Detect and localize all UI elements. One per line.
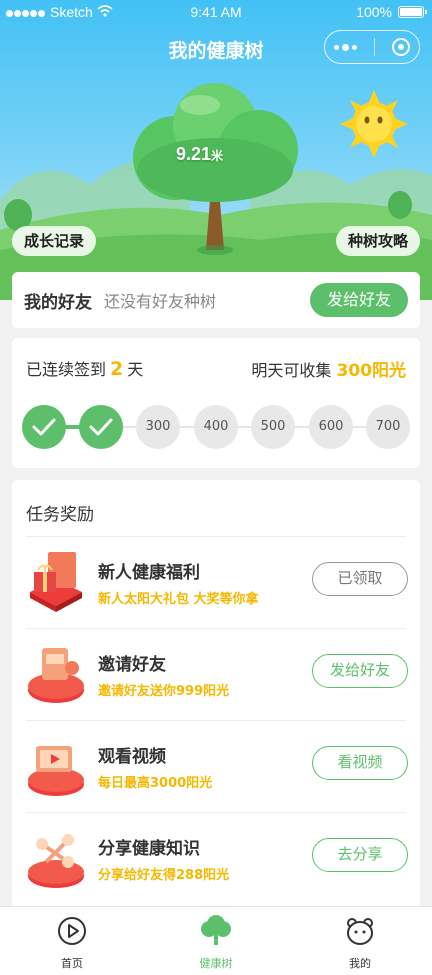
check-icon <box>89 418 113 436</box>
status-bar: Sketch 9:41 AM 100% <box>0 0 432 24</box>
task-subtitle: 每日最高3000阳光 <box>98 776 213 791</box>
growth-record-button[interactable]: 成长记录 <box>12 226 97 256</box>
tree-height: 9.21米 <box>176 144 223 165</box>
go-share-button[interactable]: 去分享 <box>312 838 408 872</box>
tab-label: 首页 <box>61 957 83 970</box>
sun-icon <box>340 90 408 158</box>
planting-guide-button[interactable]: 种树攻略 <box>335 226 420 256</box>
battery-icon <box>398 6 427 18</box>
tree-height-value: 9.21 <box>176 144 212 164</box>
signin-node-2 <box>79 405 123 449</box>
signin-node-3: 300 <box>136 405 180 449</box>
claimed-button[interactable]: 已领取 <box>312 562 408 596</box>
task-item: 新人健康福利 新人太阳大礼包 大奖等你拿 已领取 <box>12 536 420 628</box>
signin-days: 2 <box>110 358 124 380</box>
task-subtitle: 新人太阳大礼包 大奖等你拿 <box>98 592 259 607</box>
signin-node-1 <box>22 405 66 449</box>
task-subtitle: 分享给好友得288阳光 <box>98 868 230 883</box>
tab-home[interactable]: 首页 <box>32 915 112 971</box>
more-icon[interactable] <box>333 43 357 51</box>
task-title: 观看视频 <box>98 747 166 767</box>
divider <box>26 536 406 537</box>
tasks-header: 任务奖励 <box>26 505 94 525</box>
signin-node-4: 400 <box>194 405 238 449</box>
watch-video-button[interactable]: 看视频 <box>312 746 408 780</box>
signin-node-7: 700 <box>366 405 410 449</box>
share-icon <box>28 834 84 888</box>
invite-icon <box>28 648 84 703</box>
task-item: 分享健康知识 分享给好友得288阳光 去分享 <box>12 812 420 904</box>
signin-node-6: 600 <box>309 405 353 449</box>
divider <box>26 812 406 813</box>
signin-node-5: 500 <box>251 405 295 449</box>
task-title: 邀请好友 <box>98 655 166 675</box>
tab-health-tree[interactable]: 健康树 <box>176 915 256 971</box>
gift-icon <box>30 552 82 612</box>
send-to-friend-button[interactable]: 发给好友 <box>310 283 408 317</box>
video-icon <box>28 746 84 796</box>
miniprogram-capsule <box>324 30 420 64</box>
battery-percent: 100% <box>356 4 392 20</box>
task-title: 分享健康知识 <box>98 839 200 859</box>
hero-banner: Sketch 9:41 AM 100% 我的健康树 9.21米 成长记录 种树攻… <box>0 0 432 300</box>
divider <box>26 628 406 629</box>
send-to-friend-task-button[interactable]: 发给好友 <box>312 654 408 688</box>
task-item: 观看视频 每日最高3000阳光 看视频 <box>12 720 420 812</box>
task-title: 新人健康福利 <box>98 563 200 583</box>
friends-hint: 还没有好友种树 <box>104 292 217 311</box>
tomorrow-label: 明天可收集 <box>251 361 332 380</box>
close-target-icon[interactable] <box>392 38 411 56</box>
signin-card: 已连续签到 2 天 明天可收集 300阳光 300 400 500 600 700 <box>12 338 420 468</box>
play-circle-icon <box>58 917 86 945</box>
friends-card: 我的好友 还没有好友种树 发给好友 <box>12 272 420 328</box>
task-item: 邀请好友 邀请好友送你999阳光 发给好友 <box>12 628 420 720</box>
tasks-card: 任务奖励 新人健康福利 新人太阳大礼包 大奖等你拿 已领取 邀请好友 邀请好友送… <box>12 480 420 910</box>
capsule-divider <box>373 38 375 56</box>
tree-icon <box>201 915 231 945</box>
task-subtitle: 邀请好友送你999阳光 <box>98 684 230 699</box>
tab-bar: 首页 健康树 我的 <box>0 906 432 975</box>
tab-label: 我的 <box>349 957 371 970</box>
friends-label: 我的好友 <box>24 292 92 313</box>
bear-face-icon <box>347 918 373 945</box>
tab-label: 健康树 <box>199 957 233 970</box>
signin-prefix: 已连续签到 <box>26 360 107 379</box>
tomorrow-value: 300阳光 <box>336 361 407 381</box>
tab-mine[interactable]: 我的 <box>320 915 400 971</box>
signin-suffix: 天 <box>127 360 144 379</box>
divider <box>26 720 406 721</box>
signin-progress: 300 400 500 600 700 <box>22 405 410 449</box>
tree-height-unit: 米 <box>211 149 224 163</box>
check-icon <box>32 418 56 436</box>
